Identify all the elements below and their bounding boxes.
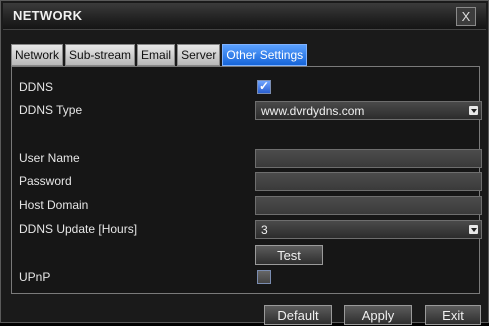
settings-panel: DDNS DDNS Type www.dvrdydns.com User Nam… (11, 66, 482, 294)
upnp-label: UPnP (19, 270, 51, 284)
apply-button[interactable]: Apply (344, 305, 412, 325)
tab-network[interactable]: Network (11, 44, 64, 66)
host-domain-label: Host Domain (19, 198, 89, 212)
tab-server[interactable]: Server (177, 44, 221, 66)
tab-email[interactable]: Email (137, 44, 176, 66)
tab-sub-stream[interactable]: Sub-stream (65, 44, 136, 66)
ddns-type-label: DDNS Type (19, 103, 83, 117)
ddns-label: DDNS (19, 80, 54, 94)
chevron-down-icon (469, 106, 478, 115)
test-button[interactable]: Test (255, 245, 323, 265)
ddns-type-value: www.dvrdydns.com (261, 104, 365, 118)
tab-other-settings[interactable]: Other Settings (222, 44, 308, 66)
ddns-checkbox[interactable] (257, 79, 271, 94)
password-label: Password (19, 174, 72, 188)
ddns-update-select[interactable]: 3 (255, 220, 482, 239)
password-field[interactable] (255, 172, 482, 191)
ddns-update-row: DDNS Update [Hours] 3 (15, 220, 482, 239)
upnp-row: UPnP (15, 268, 476, 287)
dialog-title: NETWORK (13, 8, 83, 23)
default-button[interactable]: Default (264, 305, 332, 325)
title-bar: NETWORK X (3, 3, 486, 30)
network-dialog: NETWORK X Network Sub-stream Email Serve… (0, 0, 489, 325)
tab-bar: Network Sub-stream Email Server Other Se… (11, 44, 308, 66)
user-name-label: User Name (19, 151, 80, 165)
chevron-down-icon (469, 225, 478, 234)
ddns-type-row: DDNS Type www.dvrdydns.com (15, 101, 482, 120)
user-name-row: User Name (15, 149, 482, 168)
ddns-row: DDNS (15, 78, 476, 97)
host-domain-field[interactable] (255, 196, 482, 215)
ddns-update-label: DDNS Update [Hours] (19, 222, 138, 236)
upnp-checkbox[interactable] (257, 270, 271, 284)
password-row: Password (15, 172, 482, 191)
exit-button[interactable]: Exit (425, 305, 481, 325)
ddns-update-value: 3 (261, 223, 268, 237)
user-name-field[interactable] (255, 149, 482, 168)
host-domain-row: Host Domain (15, 196, 482, 215)
ddns-type-select[interactable]: www.dvrdydns.com (255, 101, 482, 120)
close-icon[interactable]: X (456, 7, 476, 26)
